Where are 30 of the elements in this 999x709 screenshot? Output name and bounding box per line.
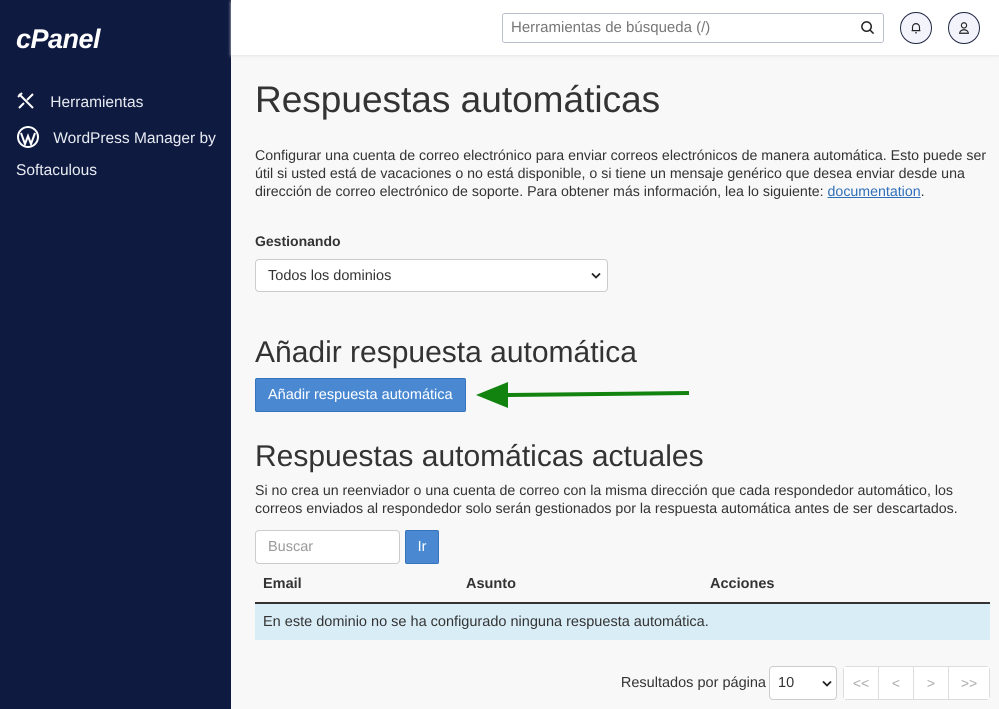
add-button[interactable]: Añadir respuesta automática [255, 378, 466, 412]
column-header: Acciones [710, 576, 774, 592]
chevron-icon [591, 272, 601, 279]
chevron-icon [822, 680, 832, 686]
go-button[interactable]: Ir [405, 530, 439, 564]
notifications-button[interactable] [900, 12, 932, 44]
sidebar-item[interactable]: Herramientas [16, 87, 221, 119]
user-icon [957, 20, 971, 34]
wordpress-icon [16, 125, 40, 149]
field-label: Gestionando [255, 233, 341, 249]
tools-icon [16, 91, 36, 111]
empty-message: En este dominio no se ha configurado ninguna respuesta automática. [255, 604, 990, 640]
user-button[interactable] [948, 12, 980, 44]
logo: cPanel [16, 24, 100, 55]
page-size-label: Resultados por página [620, 675, 766, 691]
section-title: Respuestas automáticas actuales [255, 440, 705, 474]
column-header: Asunto [466, 576, 517, 592]
search-field[interactable]: Buscar [255, 530, 400, 564]
search-icon [860, 20, 875, 34]
note-text: Si no crea un reenviador o una cuenta de correo con la misma dirección que cada respondedor automático, los correos enviados al respondedor solo serán gestionados por la respuesta automática antes de ser descartados. [255, 482, 959, 518]
bell-icon [909, 20, 923, 34]
domain-select[interactable]: Todos los dominios [255, 259, 608, 292]
search-field[interactable]: Herramientas de búsqueda (/) [502, 12, 884, 42]
intro-text: Configurar una cuenta de correo electrónico para enviar correos electrónicos de manera automática. Esto puede ser útil si usted está de vacaciones o no está disponible, o si tiene un mensaje genérico que desea enviar desde una dirección de correo electrónico de soporte. Para obtener más información, lea lo siguiente: documentation. [255, 147, 988, 201]
sidebar-item[interactable]: WordPress Manager by Softaculous [16, 123, 221, 187]
page-size-select[interactable]: 10 [769, 666, 837, 700]
column-header: Email [263, 576, 303, 592]
page-title: Respuestas automáticas [255, 79, 662, 121]
documentation-link[interactable]: documentation [828, 184, 921, 200]
section-title: Añadir respuesta automática [255, 336, 638, 370]
